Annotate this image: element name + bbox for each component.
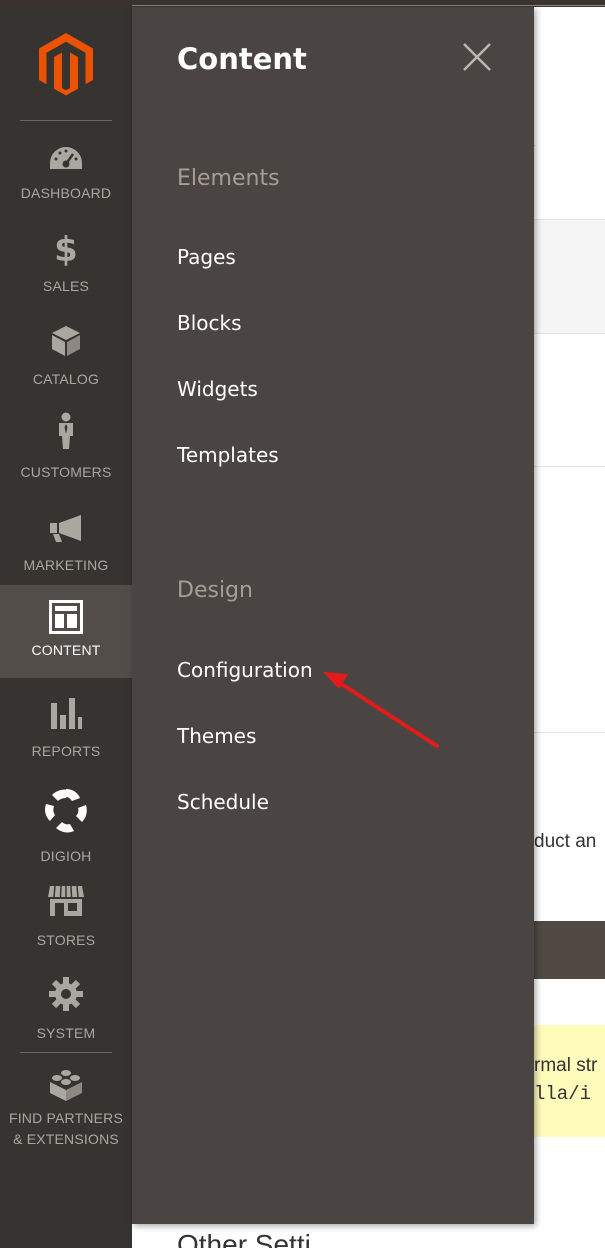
- sidebar-item-label: DASHBOARD: [20, 185, 112, 201]
- notice-text-fragment: rmal str: [534, 1055, 598, 1076]
- sidebar-item-label: CATALOG: [32, 371, 100, 387]
- sidebar-item-label: FIND PARTNERS: [8, 1110, 124, 1126]
- bar-chart-icon: [50, 697, 82, 729]
- sidebar-item-label: STORES: [36, 932, 96, 948]
- magento-logo-icon[interactable]: [38, 32, 94, 96]
- sidebar-item-content[interactable]: CONTENT: [0, 585, 132, 678]
- sidebar-item-label: CUSTOMERS: [20, 464, 112, 480]
- menu-link-pages[interactable]: Pages: [177, 245, 236, 269]
- sidebar-item-catalog[interactable]: CATALOG: [0, 315, 132, 408]
- divider: [532, 466, 605, 467]
- lego-brick-icon: [48, 1068, 84, 1102]
- divider: [20, 1052, 112, 1053]
- sidebar-item-reports[interactable]: REPORTS: [0, 687, 132, 780]
- section-title-elements: Elements: [177, 166, 280, 191]
- person-icon: [56, 412, 76, 450]
- divider: [532, 333, 605, 334]
- layout-icon: [49, 600, 83, 634]
- sidebar-item-label: DIGIOH: [40, 848, 92, 864]
- dollar-icon: $: [54, 230, 78, 270]
- section-title-design: Design: [177, 578, 253, 603]
- section-title-fragment: Other Setti: [177, 1229, 311, 1248]
- dashboard-gauge-icon: [48, 145, 84, 171]
- sidebar-item-label: CONTENT: [31, 642, 101, 658]
- shaded-row: [532, 220, 605, 333]
- menu-link-templates[interactable]: Templates: [177, 443, 279, 467]
- sidebar-item-marketing[interactable]: MARKETING: [0, 501, 132, 594]
- sidebar-item-label: MARKETING: [23, 557, 109, 573]
- close-icon: [463, 43, 491, 71]
- browser-top-strip: [0, 0, 605, 7]
- sidebar-item-stores[interactable]: STORES: [0, 875, 132, 968]
- divider: [20, 120, 112, 121]
- description-text-fragment: duct an: [534, 831, 597, 852]
- sidebar-item-system[interactable]: SYSTEM: [0, 968, 132, 1061]
- section-header-bar[interactable]: [532, 921, 605, 979]
- sidebar-item-label: & EXTENSIONS: [13, 1131, 119, 1147]
- megaphone-icon: [49, 513, 83, 543]
- menu-link-blocks[interactable]: Blocks: [177, 311, 242, 335]
- divider: [532, 732, 605, 733]
- sidebar-item-label: SALES: [42, 278, 90, 294]
- sidebar-item-digioh[interactable]: DIGIOH: [0, 780, 132, 880]
- sidebar-item-dashboard[interactable]: DASHBOARD: [0, 129, 132, 222]
- menu-link-themes[interactable]: Themes: [177, 724, 256, 748]
- menu-link-configuration[interactable]: Configuration: [177, 658, 313, 682]
- menu-link-schedule[interactable]: Schedule: [177, 790, 269, 814]
- notice-box: rmal str lla/i: [532, 1025, 605, 1137]
- gear-icon: [49, 977, 83, 1011]
- close-button[interactable]: [460, 40, 494, 74]
- sidebar-item-label: REPORTS: [31, 743, 101, 759]
- sidebar-item-sales[interactable]: $ SALES: [0, 222, 132, 315]
- notice-code-fragment: lla/i: [534, 1083, 592, 1105]
- admin-sidebar: DASHBOARD $ SALES CATALOG CUSTOMERS MARK…: [0, 7, 132, 1248]
- sidebar-item-find-partners[interactable]: FIND PARTNERS & EXTENSIONS: [0, 1062, 132, 1172]
- panel-title: Content: [177, 42, 307, 76]
- box-icon: [51, 325, 81, 357]
- storefront-icon: [47, 885, 85, 917]
- sidebar-item-customers[interactable]: CUSTOMERS: [0, 408, 132, 501]
- sidebar-item-label: SYSTEM: [36, 1025, 96, 1041]
- content-submenu-panel: Content Elements Pages Blocks Widgets Te…: [132, 7, 534, 1224]
- digioh-logo-icon: [42, 787, 90, 835]
- menu-link-widgets[interactable]: Widgets: [177, 377, 258, 401]
